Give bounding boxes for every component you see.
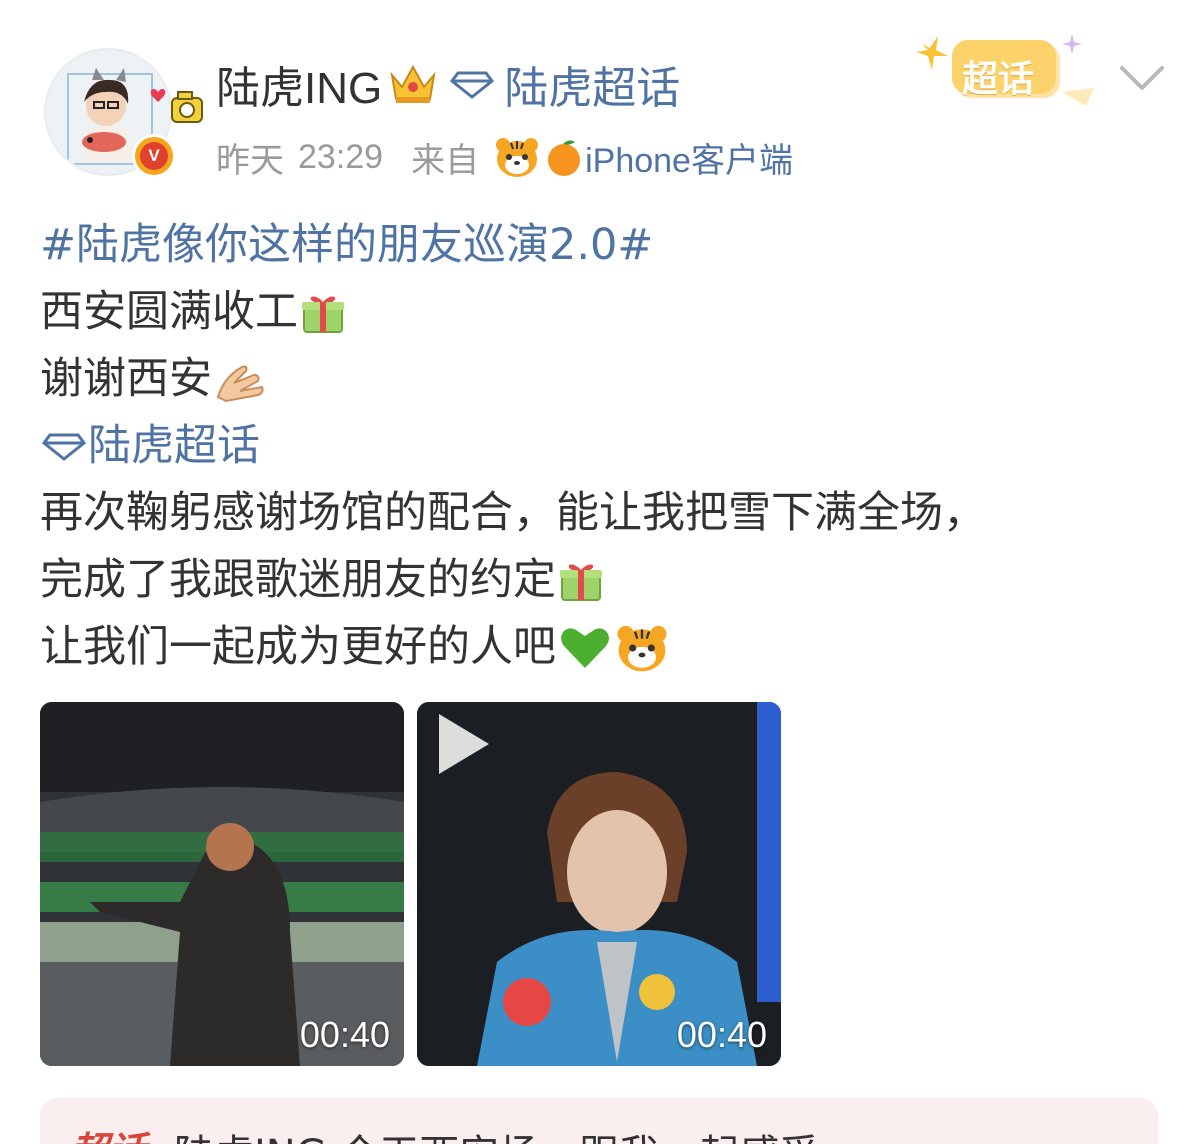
post-meta: 昨天 23:29 来自 iPhone客户端 (216, 134, 793, 181)
super-topic-tag: 超话 (70, 1120, 146, 1144)
video-duration: 00:40 (676, 1014, 767, 1055)
folded-hands-icon (216, 365, 264, 402)
green-heart-icon (561, 627, 609, 668)
gift-icon (302, 296, 344, 333)
hashtag-link[interactable]: #陆虎像你这样的朋友巡演2.0# (40, 212, 653, 279)
video-duration: 00:40 (299, 1014, 390, 1055)
camera-decoration-icon (150, 89, 203, 123)
play-icon[interactable] (417, 702, 501, 786)
diamond-icon (41, 433, 87, 461)
avatar[interactable]: V (44, 48, 203, 178)
author-name[interactable]: 陆虎ING (216, 52, 382, 116)
stage-crowd-image (40, 702, 404, 1066)
chevron-down-icon[interactable] (1116, 60, 1168, 96)
post-line-3: 谢谢西安 (40, 354, 212, 404)
diamond-icon (450, 71, 495, 99)
tiger-icon (617, 625, 667, 671)
super-topic-badge-label: 超话 (962, 59, 1035, 100)
topic-inline-link[interactable]: 陆虎超话 (40, 413, 260, 480)
video-thumbnail-1[interactable]: 00:40 (40, 702, 404, 1066)
from-label: 来自 (411, 140, 480, 181)
post-line-6: 完成了我跟歌迷朋友的约定 (40, 555, 556, 605)
client-name: iPhone客户端 (585, 141, 793, 180)
post-date: 昨天 (216, 140, 284, 181)
post-line-2: 西安圆满收工 (40, 287, 298, 337)
author-row: 陆虎ING 陆虎超话 (216, 54, 680, 114)
topic-link[interactable]: 陆虎超话 (504, 52, 680, 116)
verified-badge-icon: V (132, 134, 176, 178)
topic-inline-label: 陆虎超话 (88, 421, 260, 471)
tiger-icon (496, 138, 539, 177)
related-post-card[interactable]: 超话 陆虎ING 今天西安场，跟我一起感受 (40, 1098, 1158, 1144)
post-content: #陆虎像你这样的朋友巡演2.0# 西安圆满收工 谢谢西安 陆虎超话 再次鞠躬感谢… (40, 212, 1160, 681)
gift-icon (560, 564, 602, 601)
orange-icon (548, 140, 581, 176)
post-line-5: 再次鞠躬感谢场馆的配合，能让我把雪下满全场， (40, 488, 986, 538)
post-time: 23:29 (298, 137, 384, 176)
post-line-7: 让我们一起成为更好的人吧 (40, 622, 556, 672)
related-post-text: 陆虎ING 今天西安场，跟我一起感受 (174, 1122, 819, 1144)
crown-icon (390, 64, 436, 103)
video-thumbnail-2[interactable]: 00:40 (417, 702, 781, 1066)
